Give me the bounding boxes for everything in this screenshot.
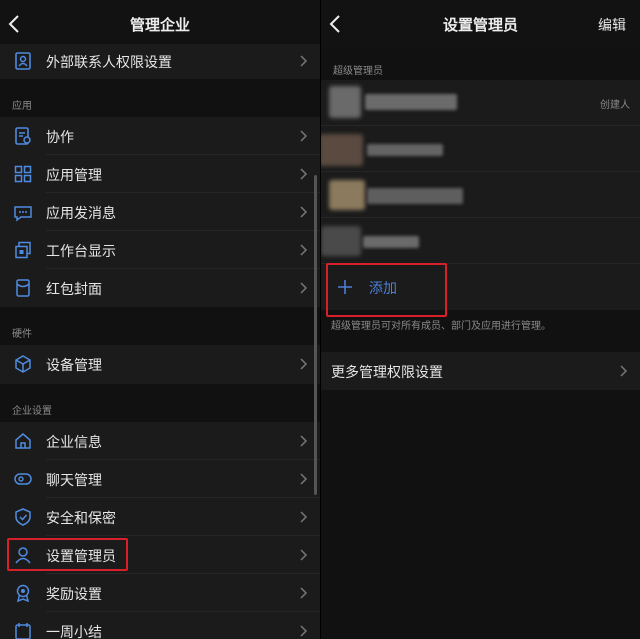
chevron-right-icon [300, 358, 308, 370]
list-item-workbench-display[interactable]: 工作台显示 [0, 231, 320, 269]
chevron-right-icon [620, 365, 628, 377]
settings-group-apps: 协作 应用管理 应用发消息 工作台显示 红包封面 [0, 117, 320, 307]
admin-name-redacted [365, 94, 457, 110]
collaboration-icon [15, 127, 31, 145]
admin-avatar [321, 226, 361, 256]
list-item-label: 奖励设置 [46, 587, 102, 603]
section-label-hardware: 硬件 [12, 329, 32, 340]
edit-button[interactable]: 编辑 [598, 15, 626, 35]
contact-card-icon [15, 52, 31, 70]
list-item-chat-management[interactable]: 聊天管理 [0, 460, 320, 498]
page-title: 设置管理员 [442, 16, 518, 34]
admin-name-redacted [367, 188, 463, 204]
list-item-red-envelope-cover[interactable]: 红包封面 [0, 269, 320, 307]
list-item-label: 设备管理 [46, 358, 102, 374]
super-admin-note: 超级管理员可对所有成员、部门及应用进行管理。 [331, 321, 551, 332]
list-item-label: 一周小结 [46, 625, 102, 639]
list-item-label: 应用管理 [46, 168, 102, 184]
admin-name-redacted [367, 144, 443, 156]
device-cube-icon [15, 355, 31, 373]
list-item-app-management[interactable]: 应用管理 [0, 155, 320, 193]
highlight-add-button [326, 263, 447, 317]
shield-icon [15, 508, 31, 526]
navbar: 设置管理员 编辑 [321, 0, 640, 48]
admin-avatar [321, 134, 363, 166]
award-icon [16, 584, 30, 603]
admin-row[interactable]: 创建人 [321, 80, 640, 126]
list-item-label: 聊天管理 [46, 473, 102, 489]
list-item-device-management[interactable]: 设备管理 [0, 345, 320, 383]
chevron-right-icon [300, 130, 308, 142]
list-item-rewards[interactable]: 奖励设置 [0, 574, 320, 612]
section-label-super-admin: 超级管理员 [333, 66, 383, 77]
chevron-right-icon [300, 473, 308, 485]
section-label-apps: 应用 [12, 101, 32, 112]
more-admin-settings-item[interactable]: 更多管理权限设置 [321, 352, 640, 390]
admin-avatar [329, 180, 365, 210]
chevron-right-icon [300, 587, 308, 599]
manage-enterprise-screen: 管理企业 外部联系人权限设置 应用 协作 应用管理 应用发消息 工作台显示 红包… [0, 0, 320, 639]
chevron-right-icon [300, 168, 308, 180]
chevron-right-icon [300, 244, 308, 256]
chevron-right-icon [300, 625, 308, 637]
home-icon [15, 433, 31, 449]
list-item-weekly-summary[interactable]: 一周小结 [0, 612, 320, 639]
list-item-label: 红包封面 [46, 282, 102, 298]
list-item-label: 外部联系人权限设置 [46, 55, 172, 71]
list-item-label: 企业信息 [46, 435, 102, 451]
settings-group-hardware: 设备管理 [0, 345, 320, 384]
workbench-icon [15, 241, 31, 259]
scrollbar[interactable] [314, 175, 317, 495]
chevron-right-icon [300, 282, 308, 294]
admin-avatar [329, 86, 361, 118]
more-settings-group: 更多管理权限设置 [321, 352, 640, 390]
highlight-set-admin [7, 538, 128, 571]
section-label-enterprise: 企业设置 [12, 406, 52, 417]
message-dots-icon [14, 206, 32, 222]
list-item-label: 协作 [46, 130, 74, 146]
summary-icon [15, 623, 31, 639]
set-admin-screen: 设置管理员 编辑 超级管理员 创建人 添加 超级管理员可对所有成员、部门及应用进… [320, 0, 640, 639]
admin-name-redacted [363, 236, 419, 248]
chevron-right-icon [300, 206, 308, 218]
settings-group-enterprise: 企业信息 聊天管理 安全和保密 设置管理员 奖励设置 一周小结 [0, 422, 320, 639]
list-item-label: 安全和保密 [46, 511, 116, 527]
admin-row[interactable] [321, 126, 640, 172]
app-grid-icon [14, 165, 32, 183]
chevron-right-icon [300, 435, 308, 447]
list-item-external-contacts[interactable]: 外部联系人权限设置 [0, 42, 320, 80]
red-envelope-icon [16, 279, 30, 297]
admin-row[interactable] [321, 172, 640, 218]
list-item-enterprise-info[interactable]: 企业信息 [0, 422, 320, 460]
settings-group-top: 外部联系人权限设置 [0, 44, 320, 79]
navbar: 管理企业 [0, 0, 320, 48]
creator-badge: 创建人 [600, 100, 630, 111]
list-item-label: 更多管理权限设置 [331, 365, 443, 381]
page-title: 管理企业 [129, 16, 190, 34]
back-arrow-icon[interactable] [6, 14, 24, 34]
chevron-right-icon [300, 55, 308, 67]
admin-row[interactable] [321, 218, 640, 264]
chevron-right-icon [300, 549, 308, 561]
list-item-security[interactable]: 安全和保密 [0, 498, 320, 536]
chevron-right-icon [300, 511, 308, 523]
back-arrow-icon[interactable] [327, 14, 345, 34]
chat-bubble-icon [14, 473, 32, 485]
list-item-label: 应用发消息 [46, 206, 116, 222]
list-item-app-messaging[interactable]: 应用发消息 [0, 193, 320, 231]
list-item-collaboration[interactable]: 协作 [0, 117, 320, 155]
list-item-label: 工作台显示 [46, 244, 116, 260]
